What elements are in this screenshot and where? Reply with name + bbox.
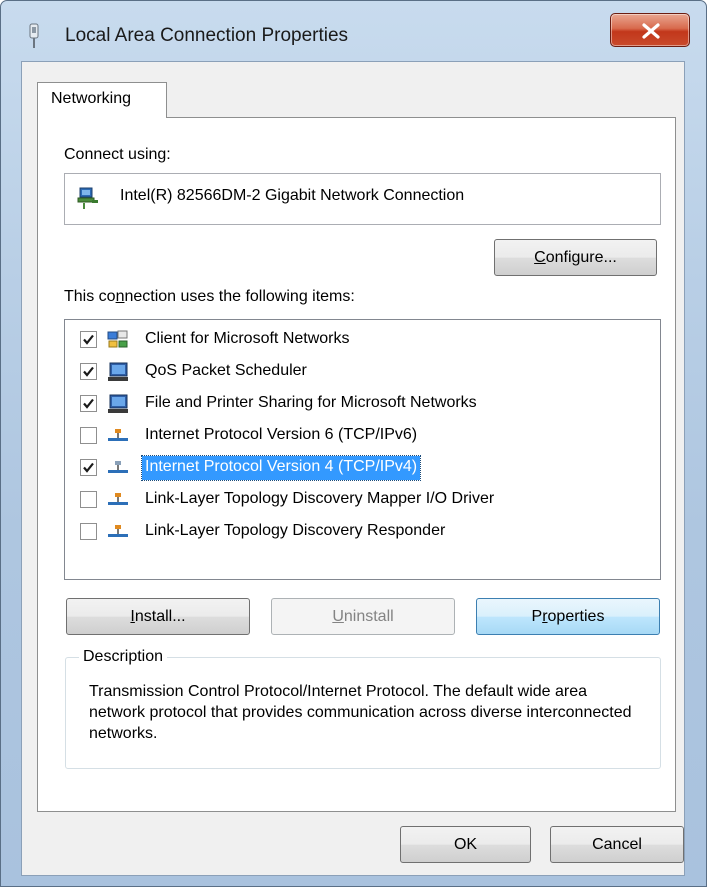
configure-accel-key: C <box>534 249 546 266</box>
checkmark-icon <box>83 334 94 345</box>
list-item-ipv6[interactable]: Internet Protocol Version 6 (TCP/IPv6) <box>65 423 655 449</box>
item-checkbox[interactable] <box>80 491 97 508</box>
items-list-label: This connection uses the following items… <box>64 288 355 306</box>
uninstall-accel-key: U <box>332 608 344 625</box>
configure-button[interactable]: Configure... <box>494 239 657 276</box>
protocol-icon <box>107 426 129 446</box>
adapter-field: Intel(R) 82566DM-2 Gigabit Network Conne… <box>64 173 661 225</box>
configure-label-b: onfigure... <box>545 249 617 266</box>
item-checkbox[interactable] <box>80 363 97 380</box>
window-title: Local Area Connection Properties <box>65 25 349 46</box>
list-item-qos-scheduler[interactable]: QoS Packet Scheduler <box>65 359 655 385</box>
properties-label-a: P <box>531 608 543 625</box>
list-item-label: Link-Layer Topology Discovery Responder <box>145 522 446 539</box>
tab-networking[interactable]: Networking <box>37 82 167 118</box>
checkmark-icon <box>83 366 94 377</box>
checkmark-icon <box>83 462 94 473</box>
properties-button[interactable]: Properties <box>476 598 660 635</box>
list-item-label-selected: Internet Protocol Version 4 (TCP/IPv4) <box>140 455 422 481</box>
item-checkbox[interactable] <box>80 523 97 540</box>
description-legend: Description <box>79 648 168 666</box>
list-item-lltd-responder[interactable]: Link-Layer Topology Discovery Responder <box>65 519 655 545</box>
list-item-lltd-mapper[interactable]: Link-Layer Topology Discovery Mapper I/O… <box>65 487 655 513</box>
item-checkbox[interactable] <box>80 331 97 348</box>
install-button[interactable]: Install... <box>66 598 250 635</box>
description-text: Transmission Control Protocol/Internet P… <box>89 683 632 742</box>
protocol-icon <box>107 522 129 542</box>
list-item-label: Internet Protocol Version 6 (TCP/IPv6) <box>145 426 418 443</box>
network-client-icon <box>107 330 129 350</box>
list-item-ipv4[interactable]: Internet Protocol Version 4 (TCP/IPv4) <box>65 455 655 481</box>
list-item-label: QoS Packet Scheduler <box>145 362 307 379</box>
properties-label-b: operties <box>547 608 605 625</box>
list-item-file-printer-sharing[interactable]: File and Printer Sharing for Microsoft N… <box>65 391 655 417</box>
connect-using-label: Connect using: <box>64 146 171 163</box>
items-label-a: This co <box>64 288 116 305</box>
tab-networking-label: Networking <box>51 90 132 107</box>
checkmark-icon <box>83 398 94 409</box>
install-label-b: nstall... <box>134 608 186 625</box>
dialog-window: Local Area Connection Properties Network… <box>0 0 707 887</box>
uninstall-label-b: ninstall <box>343 608 394 625</box>
protocol-icon <box>107 458 129 478</box>
list-item-client-ms-networks[interactable]: Client for Microsoft Networks <box>65 327 655 353</box>
items-list[interactable]: Client for Microsoft Networks QoS Packet… <box>64 319 661 580</box>
list-item-label: Link-Layer Topology Discovery Mapper I/O… <box>145 490 495 507</box>
title-bar[interactable]: Local Area Connection Properties <box>1 1 706 61</box>
close-icon <box>642 23 660 39</box>
ok-button[interactable]: OK <box>400 826 531 863</box>
network-adapter-icon <box>77 186 99 210</box>
item-checkbox[interactable] <box>80 395 97 412</box>
connection-plug-icon <box>27 23 41 51</box>
uninstall-button[interactable]: Uninstall <box>271 598 455 635</box>
items-label-b: nection uses the following items: <box>124 288 355 305</box>
adapter-name: Intel(R) 82566DM-2 Gigabit Network Conne… <box>120 187 465 204</box>
item-checkbox[interactable] <box>80 427 97 444</box>
close-button[interactable] <box>610 13 690 47</box>
list-item-label: Client for Microsoft Networks <box>145 330 350 347</box>
computer-service-icon <box>107 362 129 382</box>
computer-service-icon <box>107 394 129 414</box>
protocol-icon <box>107 490 129 510</box>
cancel-button[interactable]: Cancel <box>550 826 684 863</box>
list-item-label: File and Printer Sharing for Microsoft N… <box>145 394 477 411</box>
item-checkbox[interactable] <box>80 459 97 476</box>
